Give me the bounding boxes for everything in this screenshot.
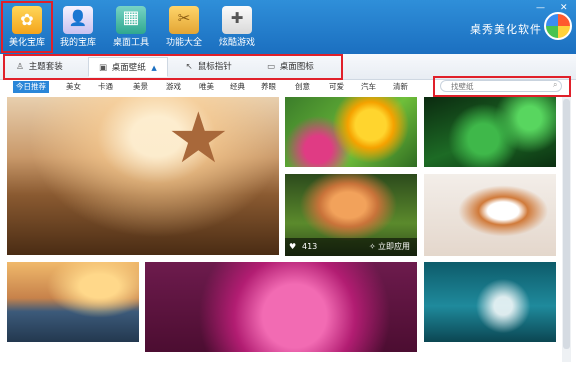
category-cars[interactable]: 汽车: [358, 81, 379, 93]
category-aesthetic[interactable]: 唯美: [196, 81, 217, 93]
wallpaper-tile-deer-lake[interactable]: [7, 262, 139, 342]
top-navigation-bar: 美化宝库 我的宝库 桌面工具 功能大全 炫酷游戏 桌秀美化软件 — ✕: [0, 0, 576, 54]
category-eye-candy[interactable]: 养眼: [258, 81, 279, 93]
nav-item-label: 我的宝库: [59, 38, 96, 48]
treasure-chest-icon: [12, 6, 42, 34]
tile-action-bar: ♥ 413 ✧ 立即应用: [285, 238, 417, 256]
wallpaper-tile-dandelion[interactable]: [424, 262, 556, 342]
nav-item-label: 炫酷游戏: [218, 38, 255, 48]
wallpaper-tile-kitten[interactable]: ♥ 413 ✧ 立即应用: [285, 174, 417, 256]
wallpaper-icon: ▣: [98, 63, 108, 73]
category-cute[interactable]: 可爱: [326, 81, 347, 93]
tab-mouse-pointer[interactable]: ↖ 鼠标指针: [183, 57, 232, 77]
tab-desktop-icons[interactable]: ▭ 桌面图标: [265, 57, 314, 77]
chevron-up-icon: ▲: [151, 64, 157, 72]
brand-name: 桌秀美化软件: [470, 23, 542, 36]
wallpaper-tile-sunflower[interactable]: [285, 97, 417, 167]
category-classic[interactable]: 经典: [227, 81, 248, 93]
category-creative[interactable]: 创意: [292, 81, 313, 93]
search-icon[interactable]: ⌕: [553, 80, 557, 90]
user-icon: [63, 6, 93, 34]
search-input[interactable]: [440, 80, 562, 92]
tab-label: 桌面壁纸: [111, 63, 146, 73]
nav-item-my-store[interactable]: 我的宝库: [53, 2, 103, 52]
category-fresh[interactable]: 清新: [390, 81, 411, 93]
nav-item-desktop-tools[interactable]: 桌面工具: [106, 2, 156, 52]
heart-icon[interactable]: ♥: [289, 238, 296, 256]
starfish-image: ★: [167, 97, 230, 179]
vertical-scrollbar[interactable]: [562, 97, 571, 362]
tab-desktop-wallpaper[interactable]: ▣ 桌面壁纸 ▲: [88, 57, 168, 77]
category-scenery[interactable]: 美景: [130, 81, 151, 93]
nav-item-label: 功能大全: [165, 38, 202, 48]
nav-item-games[interactable]: 炫酷游戏: [212, 2, 262, 52]
apply-now-button[interactable]: 立即应用: [378, 238, 410, 256]
nav-item-beautify-store[interactable]: 美化宝库: [1, 1, 53, 53]
nav-item-label: 桌面工具: [112, 38, 149, 48]
gamepad-icon: [222, 6, 252, 34]
category-beauty[interactable]: 美女: [63, 81, 84, 93]
brand-logo: [544, 12, 572, 40]
monitor-icon: ▭: [266, 62, 276, 72]
category-cartoon[interactable]: 卡通: [95, 81, 116, 93]
magic-wand-icon: ✧: [369, 242, 376, 251]
category-game[interactable]: 游戏: [163, 81, 184, 93]
close-button[interactable]: ✕: [560, 4, 568, 13]
desktop-tools-icon: [116, 6, 146, 34]
minimize-button[interactable]: —: [536, 4, 545, 13]
like-count: 413: [302, 242, 318, 251]
nav-item-label: 美化宝库: [8, 38, 45, 48]
toolbox-icon: [169, 6, 199, 34]
wallpaper-tile-clover[interactable]: [424, 97, 556, 167]
wallpaper-tile-pink-flower[interactable]: [145, 262, 417, 352]
wallpaper-tile-starfish[interactable]: ★: [7, 97, 279, 255]
tab-label: 鼠标指针: [197, 62, 232, 72]
tab-label: 桌面图标: [279, 62, 314, 72]
wallpaper-tile-puppy[interactable]: [424, 174, 556, 256]
tab-theme-suite[interactable]: ♙ 主题套装: [14, 57, 63, 77]
category-today-picks[interactable]: 今日推荐: [13, 81, 49, 93]
nav-item-features[interactable]: 功能大全: [159, 2, 209, 52]
theme-icon: ♙: [16, 62, 24, 72]
tab-label: 主题套装: [28, 62, 63, 72]
scrollbar-thumb[interactable]: [563, 99, 570, 349]
cursor-icon: ↖: [185, 62, 193, 72]
